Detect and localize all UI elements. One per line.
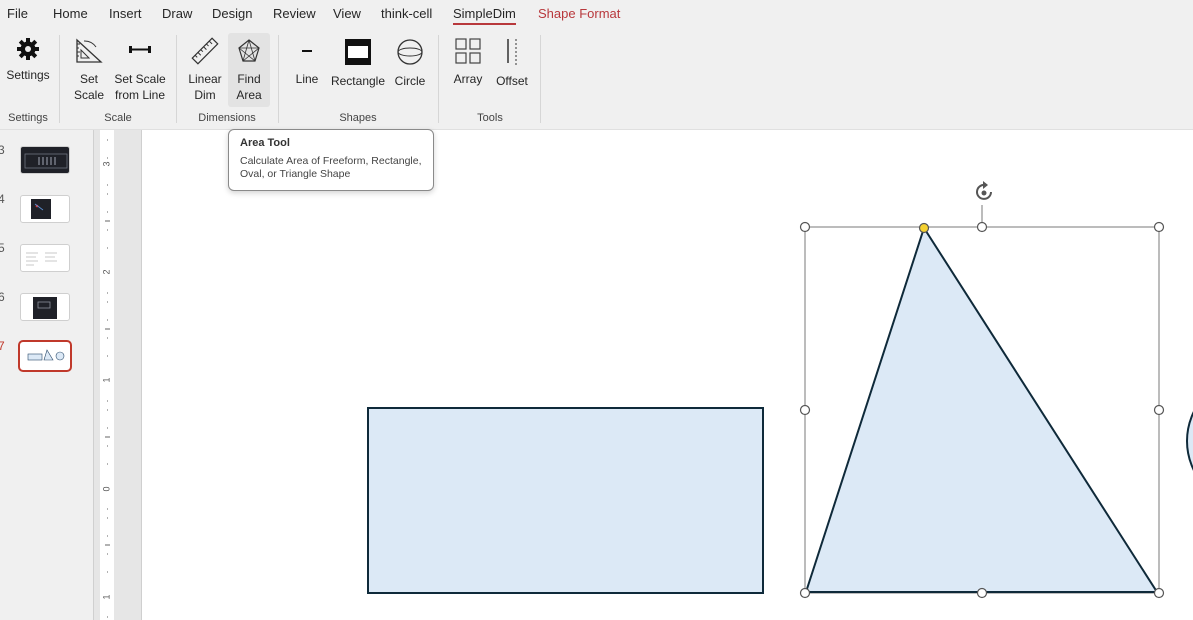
rectangle-shape[interactable]	[367, 407, 764, 594]
ruler-number: 1	[101, 377, 112, 383]
line-label: Line	[295, 72, 319, 86]
group-label-dimensions: Dimensions	[198, 112, 256, 124]
circle-label: Circle	[394, 74, 426, 88]
slide-number-current: 7	[0, 339, 5, 353]
slide-thumbnail-6[interactable]	[20, 293, 70, 321]
slide-thumbnail-5[interactable]	[20, 244, 70, 272]
group-label-tools: Tools	[477, 112, 503, 124]
menu-home[interactable]: Home	[53, 6, 88, 21]
slide-number: 5	[0, 241, 5, 255]
line-button[interactable]: Line	[290, 33, 324, 107]
slide-thumbnail-7[interactable]	[18, 340, 72, 372]
set-scale-label: Set Scale	[73, 72, 105, 102]
linear-dim-button[interactable]: Linear Dim	[184, 33, 226, 107]
tooltip-title: Area Tool	[240, 137, 290, 149]
set-scale-from-line-label: Set Scale from Line	[114, 72, 166, 102]
set-scale-from-line-button[interactable]: Set Scale from Line	[112, 33, 168, 107]
array-icon	[455, 38, 481, 64]
group-label-settings: Settings	[8, 112, 48, 124]
slide-number: 6	[0, 290, 5, 304]
group-label-shapes: Shapes	[339, 112, 377, 124]
settings-label: Settings	[6, 68, 50, 82]
menu-simpledim[interactable]: SimpleDim	[453, 6, 516, 25]
menu-view[interactable]: View	[333, 6, 361, 21]
slide-thumbnail-3[interactable]	[20, 146, 70, 174]
rectangle-button[interactable]: Rectangle	[328, 33, 388, 107]
rotate-handle-icon[interactable]	[976, 181, 992, 200]
slide-canvas[interactable]	[143, 130, 1193, 620]
settings-button[interactable]: Settings	[4, 33, 52, 107]
group-separator	[59, 35, 60, 123]
menu-draw[interactable]: Draw	[162, 6, 192, 21]
ruler-ticks	[105, 139, 110, 618]
menu-review[interactable]: Review	[273, 6, 316, 21]
linear-dim-label: Linear Dim	[188, 72, 222, 102]
ruler-icon	[191, 37, 219, 65]
menu-think-cell[interactable]: think-cell	[381, 6, 432, 21]
offset-button[interactable]: Offset	[492, 33, 532, 107]
find-area-button[interactable]: Find Area	[228, 33, 270, 107]
set-scale-button[interactable]: Set Scale	[68, 33, 110, 107]
array-button[interactable]: Array	[448, 33, 488, 107]
circle-shape[interactable]	[1186, 375, 1193, 507]
area-tool-tooltip: Area Tool Calculate Area of Freeform, Re…	[228, 129, 434, 191]
offset-icon	[507, 39, 517, 65]
slide-thumbnail-4[interactable]	[20, 195, 70, 223]
find-area-label: Find Area	[236, 72, 262, 102]
ruler-number: 3	[101, 161, 112, 167]
circle-button[interactable]: Circle	[390, 33, 430, 107]
triangle-shape[interactable]	[804, 225, 1159, 593]
ribbon: Settings Settings Set Scale Set Scale fr…	[0, 29, 1193, 130]
menu-design[interactable]: Design	[212, 6, 252, 21]
menu-bar: File Home Insert Draw Design Review View…	[0, 0, 1193, 29]
rectangle-label: Rectangle	[330, 74, 386, 88]
group-separator	[540, 35, 541, 123]
adjustment-handle[interactable]	[918, 222, 930, 234]
group-separator	[438, 35, 439, 123]
group-separator	[278, 35, 279, 123]
offset-label: Offset	[496, 74, 528, 88]
area-icon	[238, 39, 260, 62]
set-square-icon	[76, 38, 103, 63]
ruler-number: 1	[101, 594, 112, 600]
menu-file[interactable]: File	[7, 6, 28, 21]
group-label-scale: Scale	[104, 112, 132, 124]
group-separator	[176, 35, 177, 123]
slide-number: 4	[0, 192, 5, 206]
gear-icon	[17, 38, 39, 60]
menu-insert[interactable]: Insert	[109, 6, 142, 21]
rectangle-icon	[345, 39, 371, 65]
slide-thumbnail-pane: 3 4 5 6 7	[0, 130, 94, 620]
ruler-number: 2	[101, 269, 112, 275]
ruler-number: 0	[101, 486, 112, 492]
menu-shape-format[interactable]: Shape Format	[538, 6, 620, 21]
tooltip-text: Calculate Area of Freeform, Rectangle, O…	[240, 155, 422, 180]
ruler-strip: 3 2 1 0 1	[100, 130, 114, 620]
slide-shapes	[367, 181, 1193, 599]
slide-number: 3	[0, 143, 5, 157]
line-icon	[302, 50, 312, 52]
array-label: Array	[453, 72, 483, 86]
dimension-line-icon	[129, 46, 151, 53]
circle-icon	[397, 39, 423, 65]
